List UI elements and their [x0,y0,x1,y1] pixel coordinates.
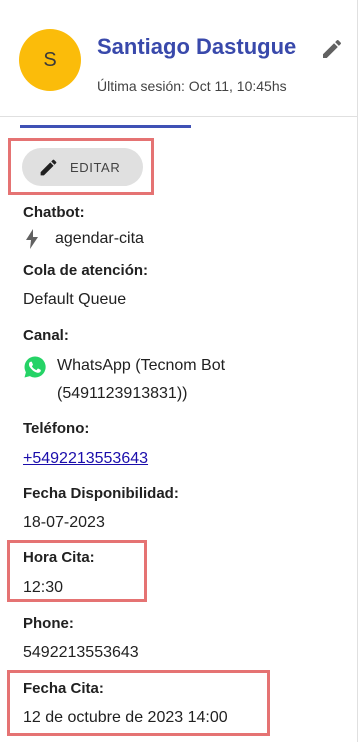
chatbot-label: Chatbot: [23,204,85,221]
telefono-link[interactable]: +5492213553643 [23,450,148,468]
channel-value-line2: (5491123913831)) [57,385,188,402]
active-tab-indicator [20,125,191,128]
fecha-cita-label: Fecha Cita: [23,680,104,697]
whatsapp-icon [24,356,46,378]
queue-value: Default Queue [23,291,127,308]
queue-label: Cola de atención: [23,262,149,279]
phone-label: Phone: [23,615,74,632]
pencil-icon [40,159,57,175]
panel-divider [357,0,358,742]
contact-name: Santiago Dastugue [97,34,297,59]
fecha-disponibilidad-label: Fecha Disponibilidad: [23,485,179,502]
edit-button[interactable]: EDITAR [22,148,143,186]
last-session-text: Última sesión: Oct 11, 10:45hs [97,78,287,94]
edit-button-label: EDITAR [70,159,121,175]
edit-name-pencil-icon[interactable] [320,37,344,61]
channel-label: Canal: [23,327,69,344]
hora-cita-value: 12:30 [23,579,64,596]
avatar: S [19,29,81,91]
hora-cita-label: Hora Cita: [23,549,95,566]
telefono-label: Teléfono: [23,420,90,437]
channel-value-line1: WhatsApp (Tecnom Bot [57,357,226,374]
bolt-icon [26,229,38,249]
fecha-disponibilidad-value: 18-07-2023 [23,514,105,531]
phone-value: 5492213553643 [23,644,139,661]
chatbot-value: agendar-cita [55,230,144,247]
fecha-cita-value: 12 de octubre de 2023 14:00 [23,709,228,726]
contact-header: S Santiago Dastugue Última sesión: Oct 1… [0,0,357,117]
